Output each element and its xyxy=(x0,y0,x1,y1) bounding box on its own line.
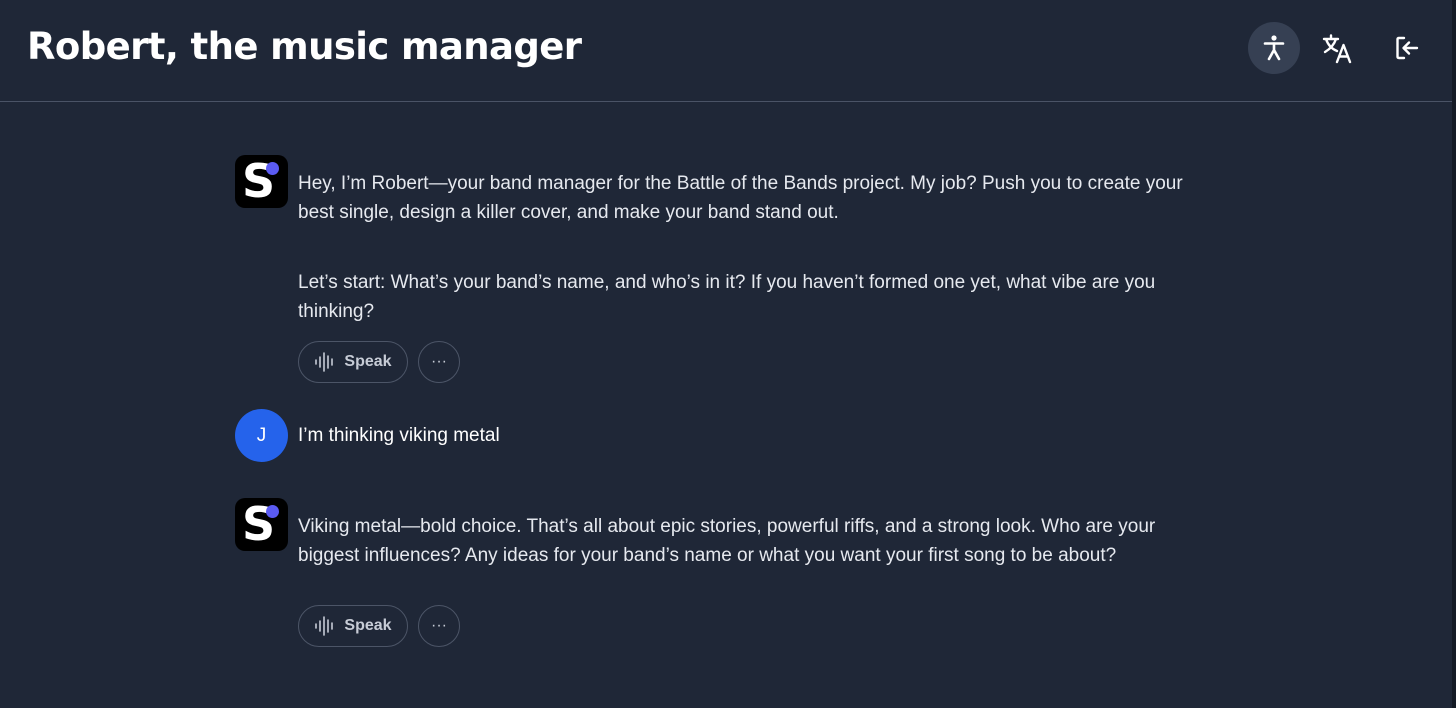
message-text: Viking metal—bold choice. That’s all abo… xyxy=(298,512,1218,570)
message-actions: Speak ··· xyxy=(298,605,460,647)
message-actions: Speak ··· xyxy=(298,341,460,383)
speak-label: Speak xyxy=(344,353,392,370)
user-avatar: J xyxy=(235,409,288,462)
accessibility-button[interactable] xyxy=(1248,22,1300,74)
message-paragraph: Viking metal—bold choice. That’s all abo… xyxy=(298,516,1156,566)
waveform-icon xyxy=(315,352,334,372)
logo-dot xyxy=(266,162,279,175)
logout-icon xyxy=(1396,36,1419,60)
more-options-button[interactable]: ··· xyxy=(418,605,460,647)
accessibility-icon xyxy=(1263,35,1285,61)
message-paragraph: Let’s start: What’s your band’s name, an… xyxy=(298,272,1156,322)
more-options-button[interactable]: ··· xyxy=(418,341,460,383)
page-title: Robert, the music manager xyxy=(27,25,582,68)
assistant-avatar: S xyxy=(235,498,288,551)
logout-button[interactable] xyxy=(1381,22,1433,74)
speak-button[interactable]: Speak xyxy=(298,605,408,647)
logo-dot xyxy=(266,505,279,518)
avatar-letter: J xyxy=(256,424,267,446)
more-icon: ··· xyxy=(431,617,447,634)
assistant-avatar: S xyxy=(235,155,288,208)
header: Robert, the music manager xyxy=(0,0,1456,102)
translate-icon xyxy=(1322,34,1352,64)
more-icon: ··· xyxy=(431,353,447,370)
translate-button[interactable] xyxy=(1311,22,1363,74)
message-text: Hey, I’m Robert—your band manager for th… xyxy=(298,169,1218,326)
scrollbar[interactable] xyxy=(1452,0,1456,708)
speak-label: Speak xyxy=(344,617,392,634)
message-text: I’m thinking viking metal xyxy=(298,425,500,446)
waveform-icon xyxy=(315,616,334,636)
message-paragraph: Hey, I’m Robert—your band manager for th… xyxy=(298,173,1183,223)
speak-button[interactable]: Speak xyxy=(298,341,408,383)
